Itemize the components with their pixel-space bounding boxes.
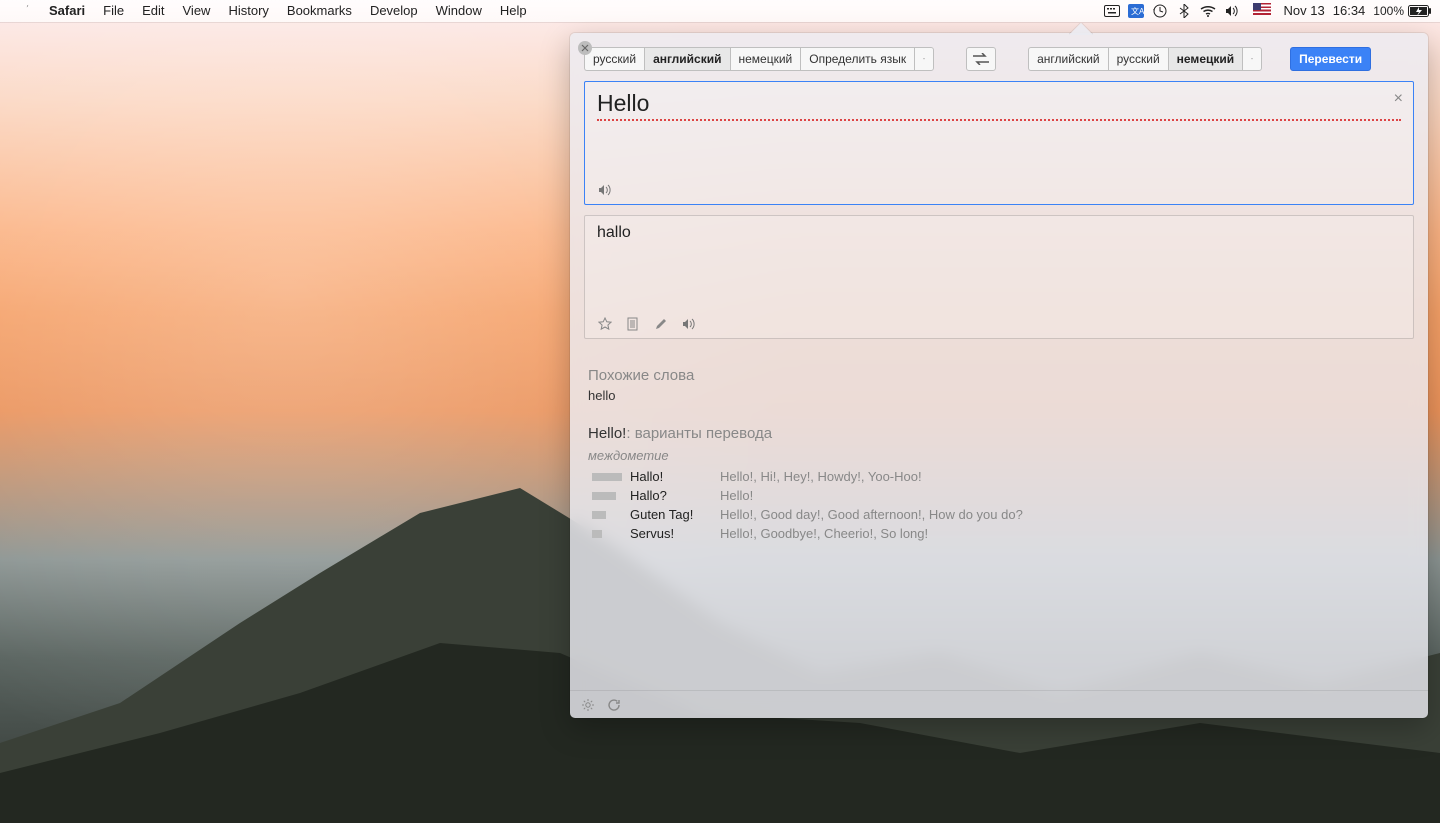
results-section: Похожие слова hello Hello!: варианты пер… [570,349,1428,690]
apple-menu[interactable] [8,0,40,22]
speaker-icon [598,183,612,197]
listen-source-button[interactable] [597,182,613,198]
source-text-area[interactable]: Hello × [584,81,1414,205]
menu-file[interactable]: File [94,0,133,22]
menu-history[interactable]: History [219,0,277,22]
variant-term[interactable]: Servus! [626,524,716,543]
copy-translation-button[interactable] [625,316,641,332]
time-machine-icon[interactable] [1148,4,1172,18]
menubar-time[interactable]: 16:34 [1329,0,1370,22]
svg-text:文A: 文A [1131,6,1144,16]
variant-synonyms: Hello!, Good day!, Good afternoon!, How … [716,505,1410,524]
frequency-cell [588,486,626,505]
src-lang-dropdown-button[interactable] [914,47,934,71]
src-lang-ru-button[interactable]: русский [584,47,644,71]
menu-help[interactable]: Help [491,0,536,22]
variant-term[interactable]: Hallo? [626,486,716,505]
table-row: Hallo?Hello! [588,486,1410,505]
menu-bookmarks[interactable]: Bookmarks [278,0,361,22]
app-name[interactable]: Safari [40,0,94,22]
translate-popover: русский английский немецкий Определить я… [570,33,1428,718]
popover-arrow [1069,23,1093,35]
battery-percentage[interactable]: 100% [1369,0,1408,22]
clear-input-button[interactable]: × [1394,90,1403,108]
dst-lang-de-button[interactable]: немецкий [1168,47,1242,71]
src-lang-de-button[interactable]: немецкий [730,47,801,71]
speaker-icon [682,317,696,331]
dst-lang-ru-button[interactable]: русский [1108,47,1168,71]
variants-headword: Hello! [588,425,626,442]
refresh-icon [607,698,621,712]
save-translation-button[interactable] [597,316,613,332]
variants-table: Hallo!Hello!, Hi!, Hey!, Howdy!, Yoo-Hoo… [588,467,1410,543]
variant-synonyms: Hello!, Hi!, Hey!, Howdy!, Yoo-Hoo! [716,467,1410,486]
chevron-down-icon [923,56,925,62]
chevron-down-icon [1251,56,1253,62]
menu-bar: Safari File Edit View History Bookmarks … [0,0,1440,22]
source-language-segment: русский английский немецкий Определить я… [584,47,934,71]
target-text-area: hallo [584,215,1414,339]
menubar-date[interactable]: Nov 13 [1280,0,1329,22]
wifi-icon[interactable] [1196,5,1220,17]
menu-view[interactable]: View [174,0,220,22]
frequency-bar [592,511,606,519]
pencil-icon [654,317,668,331]
gear-icon [581,698,595,712]
source-text[interactable]: Hello [597,90,1401,121]
language-toolbar: русский английский немецкий Определить я… [570,33,1428,81]
menu-edit[interactable]: Edit [133,0,173,22]
star-icon [598,317,612,331]
variant-term[interactable]: Guten Tag! [626,505,716,524]
frequency-cell [588,524,626,543]
frequency-bar [592,473,622,481]
translate-button[interactable]: Перевести [1290,47,1371,71]
bluetooth-icon[interactable] [1172,4,1196,18]
popover-bottom-bar [570,690,1428,718]
swap-icon [973,53,989,65]
volume-icon[interactable] [1220,5,1244,17]
battery-icon[interactable] [1408,5,1432,17]
table-row: Guten Tag!Hello!, Good day!, Good aftern… [588,505,1410,524]
variant-synonyms: Hello! [716,486,1410,505]
popover-close-button[interactable] [578,41,592,55]
flag-indicator[interactable] [1244,0,1280,22]
refresh-button[interactable] [606,697,622,713]
input-source-icon[interactable] [1100,5,1124,17]
dst-lang-dropdown-button[interactable] [1242,47,1262,71]
similar-words-title: Похожие слова [588,367,1410,384]
translate-extension-icon[interactable]: 文A [1124,4,1148,18]
table-row: Hallo!Hello!, Hi!, Hey!, Howdy!, Yoo-Hoo… [588,467,1410,486]
similar-word[interactable]: hello [588,388,1410,403]
frequency-bar [592,530,602,538]
us-flag-icon [1253,3,1271,15]
menu-develop[interactable]: Develop [361,0,427,22]
dst-lang-en-button[interactable]: английский [1028,47,1107,71]
settings-button[interactable] [580,697,596,713]
frequency-bar [592,492,616,500]
frequency-cell [588,467,626,486]
src-lang-en-button[interactable]: английский [644,47,729,71]
part-of-speech: междометие [588,448,1410,463]
variant-synonyms: Hello!, Goodbye!, Cheerio!, So long! [716,524,1410,543]
listen-target-button[interactable] [681,316,697,332]
target-language-segment: английский русский немецкий [1028,47,1262,71]
target-text: hallo [597,224,1401,242]
suggest-edit-button[interactable] [653,316,669,332]
variants-subtitle: : варианты перевода [626,425,772,442]
variants-heading: Hello!: варианты перевода [588,425,1410,442]
frequency-cell [588,505,626,524]
variant-term[interactable]: Hallo! [626,467,716,486]
copy-icon [626,317,640,331]
src-lang-detect-button[interactable]: Определить язык [800,47,914,71]
table-row: Servus!Hello!, Goodbye!, Cheerio!, So lo… [588,524,1410,543]
menu-window[interactable]: Window [427,0,491,22]
swap-languages-button[interactable] [966,47,996,71]
